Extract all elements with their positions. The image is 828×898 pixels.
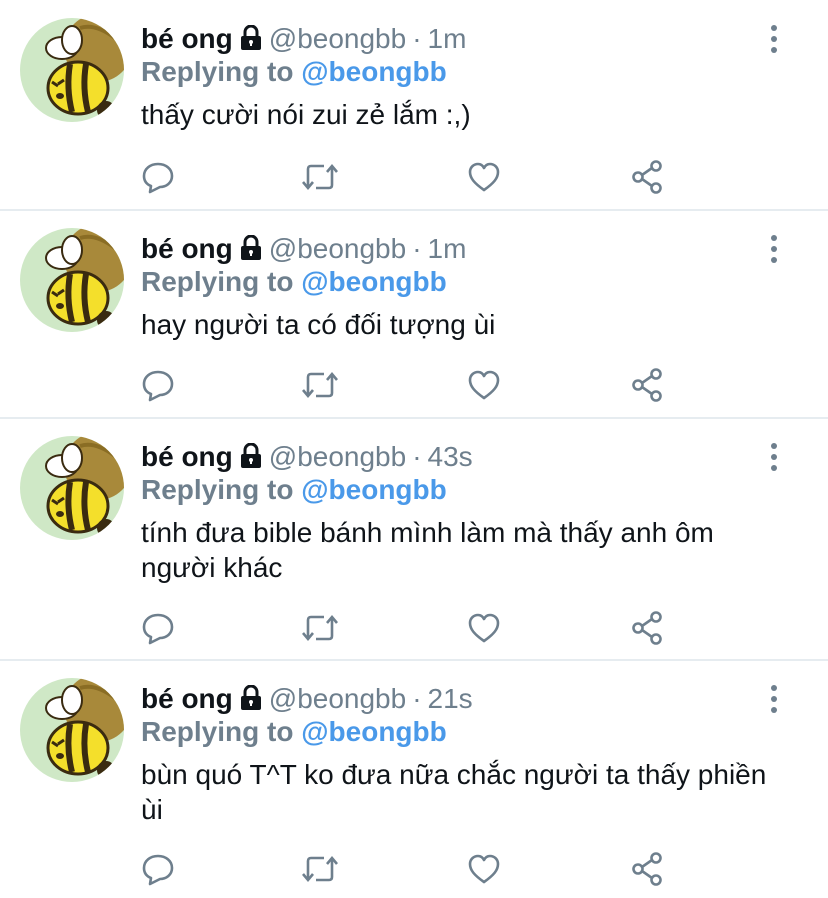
tweet[interactable]: bé ong @beongbb · 21s Replying to @beongbb … [0, 660, 828, 898]
heart-icon[interactable] [464, 157, 504, 197]
display-name[interactable]: bé ong [141, 23, 233, 54]
mention-link[interactable]: @beongbb [301, 474, 447, 505]
tweet-text: thấy cười nói zui zẻ lắm :,) [141, 99, 471, 130]
bee-avatar-image [20, 436, 124, 540]
replying-to-label: Replying to [141, 474, 294, 505]
share-icon[interactable] [628, 608, 668, 648]
lock-icon [239, 442, 263, 477]
heart-icon[interactable] [464, 608, 504, 648]
tweet-actions [0, 849, 828, 889]
more-vertical-icon[interactable] [764, 442, 784, 472]
avatar[interactable] [20, 436, 124, 540]
separator: · [412, 233, 422, 264]
tweet-text: bùn quó T^T ko đưa nữa chắc người ta thấ… [141, 759, 767, 825]
mention-link[interactable]: @beongbb [301, 716, 447, 747]
separator: · [412, 441, 422, 472]
reply-icon[interactable] [138, 608, 178, 648]
share-icon[interactable] [628, 849, 668, 889]
lock-icon [239, 684, 263, 719]
tweet-text: tính đưa bible bánh mình làm mà thấy anh… [141, 517, 714, 583]
reply-icon[interactable] [138, 365, 178, 405]
heart-icon[interactable] [464, 365, 504, 405]
mention-link[interactable]: @beongbb [301, 56, 447, 87]
mention-link[interactable]: @beongbb [301, 266, 447, 297]
timestamp[interactable]: 1m [428, 23, 467, 54]
tweet-actions [0, 608, 828, 648]
retweet-icon[interactable] [300, 608, 340, 648]
lock-icon [239, 24, 263, 59]
share-icon[interactable] [628, 365, 668, 405]
handle[interactable]: @beongbb [269, 441, 406, 472]
replying-to: Replying to @beongbb [141, 715, 447, 749]
share-icon[interactable] [628, 157, 668, 197]
tweet[interactable]: bé ong @beongbb · 1m Replying to @beongbb h… [0, 210, 828, 419]
replying-to-label: Replying to [141, 716, 294, 747]
avatar[interactable] [20, 678, 124, 782]
avatar[interactable] [20, 18, 124, 122]
separator: · [412, 23, 422, 54]
tweet[interactable]: bé ong @beongbb · 43s Replying to @beongbb … [0, 418, 828, 661]
reply-icon[interactable] [138, 157, 178, 197]
handle[interactable]: @beongbb [269, 23, 406, 54]
tweet-header: bé ong @beongbb · 1m [141, 232, 466, 269]
tweet-header: bé ong @beongbb · 43s [141, 440, 473, 477]
tweet-header: bé ong @beongbb · 1m [141, 22, 466, 59]
timestamp[interactable]: 43s [428, 441, 473, 472]
tweet-header: bé ong @beongbb · 21s [141, 682, 473, 719]
display-name[interactable]: bé ong [141, 683, 233, 714]
avatar[interactable] [20, 228, 124, 332]
bee-avatar-image [20, 678, 124, 782]
lock-icon [239, 234, 263, 269]
separator: · [412, 683, 422, 714]
retweet-icon[interactable] [300, 157, 340, 197]
display-name[interactable]: bé ong [141, 441, 233, 472]
replying-to: Replying to @beongbb [141, 473, 447, 507]
tweet-text: hay người ta có đối tượng ùi [141, 309, 496, 340]
replying-to: Replying to @beongbb [141, 55, 447, 89]
retweet-icon[interactable] [300, 849, 340, 889]
reply-icon[interactable] [138, 849, 178, 889]
handle[interactable]: @beongbb [269, 683, 406, 714]
bee-avatar-image [20, 228, 124, 332]
heart-icon[interactable] [464, 849, 504, 889]
more-vertical-icon[interactable] [764, 234, 784, 264]
retweet-icon[interactable] [300, 365, 340, 405]
handle[interactable]: @beongbb [269, 233, 406, 264]
replying-to-label: Replying to [141, 56, 294, 87]
timestamp[interactable]: 21s [428, 683, 473, 714]
more-vertical-icon[interactable] [764, 684, 784, 714]
timestamp[interactable]: 1m [428, 233, 467, 264]
tweet-actions [0, 365, 828, 405]
display-name[interactable]: bé ong [141, 233, 233, 264]
replying-to: Replying to @beongbb [141, 265, 447, 299]
replying-to-label: Replying to [141, 266, 294, 297]
tweet[interactable]: bé ong @beongbb · 1m Replying to @beongbb t… [0, 0, 828, 211]
bee-avatar-image [20, 18, 124, 122]
more-vertical-icon[interactable] [764, 24, 784, 54]
tweet-actions [0, 157, 828, 197]
